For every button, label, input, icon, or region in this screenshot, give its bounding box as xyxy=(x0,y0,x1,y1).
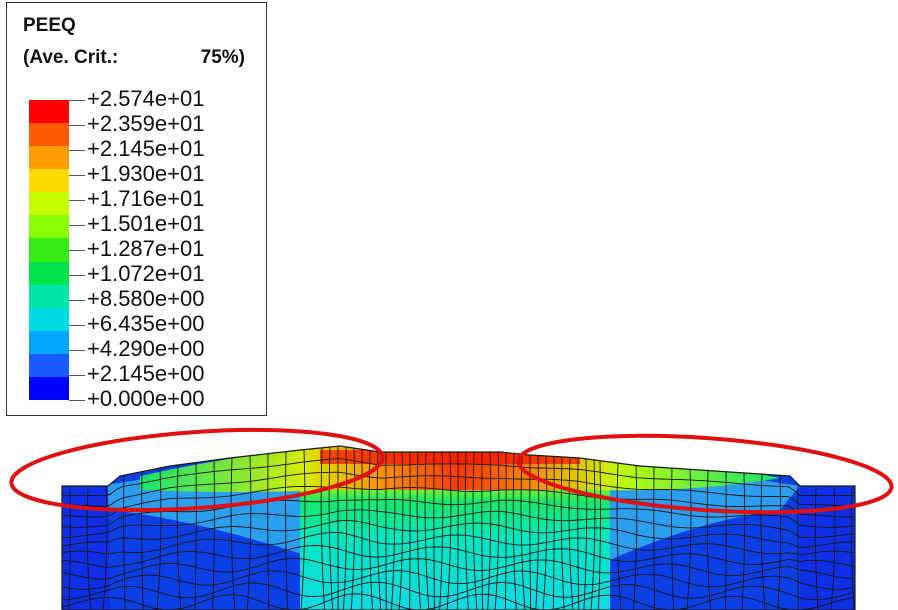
mesh-vertical-line xyxy=(725,471,727,610)
deformed-mesh-contour-plot xyxy=(9,427,894,610)
mesh-body xyxy=(62,446,855,610)
